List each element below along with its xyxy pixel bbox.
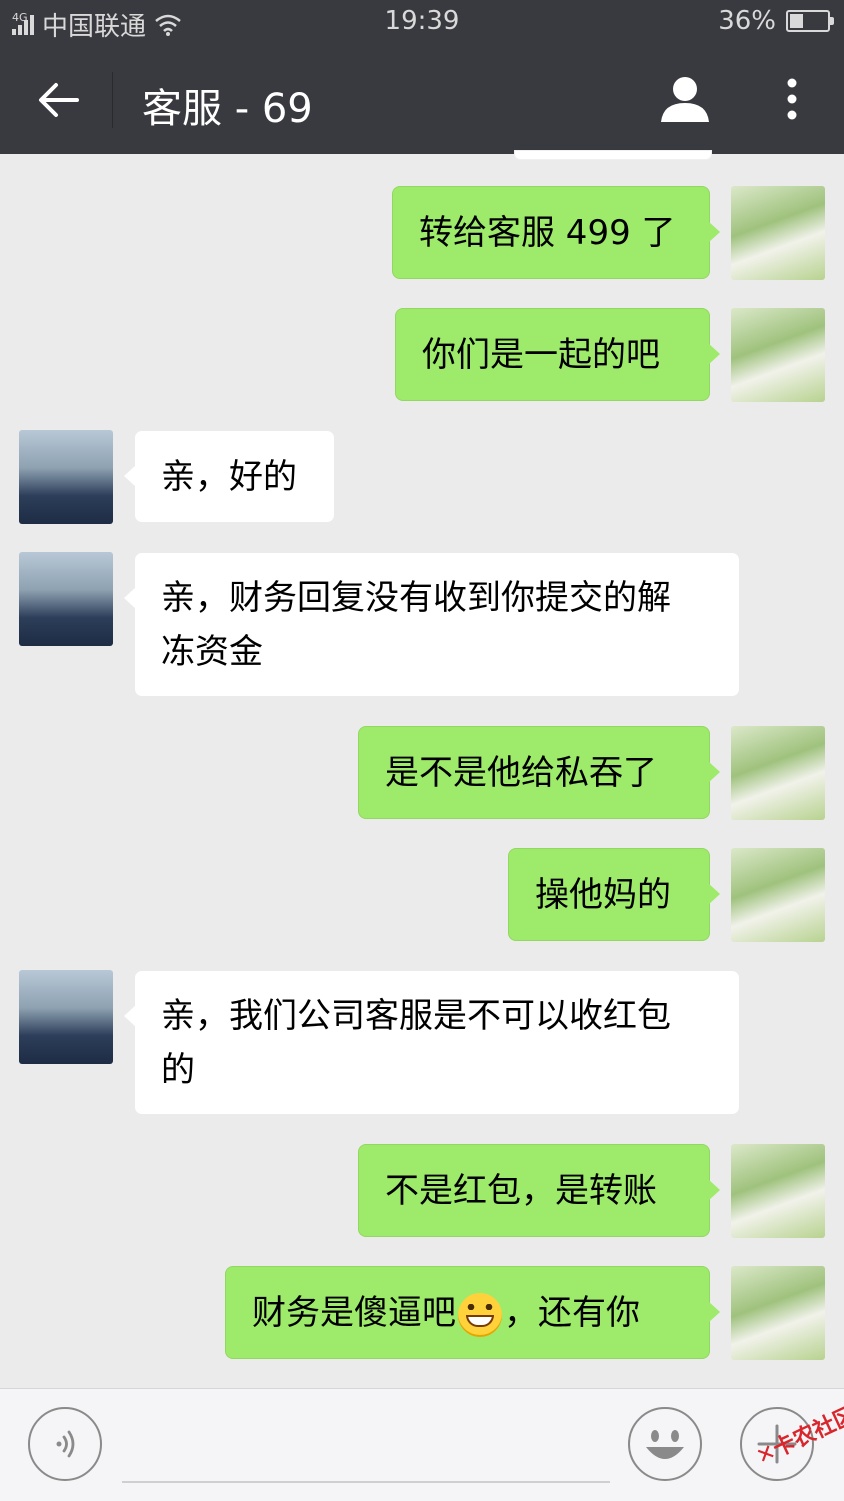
battery-percent: 36% [718,6,776,36]
chat-message-list[interactable]: 转给客服 499 了 你们是一起的吧 亲，好的 亲，财务回复没有收到你提交的解 … [0,150,844,1388]
person-icon [661,77,709,122]
back-arrow-icon [39,83,79,117]
my-avatar[interactable] [731,1144,825,1238]
battery-icon [786,10,834,32]
emoji-button[interactable] [628,1407,702,1481]
my-avatar[interactable] [731,308,825,402]
message-bubble[interactable]: 亲，我们公司客服是不可以收红包 的 [124,970,740,1115]
message-text-line: 亲，我们公司客服是不可以收红包 [161,996,671,1036]
more-options-button[interactable] [772,70,812,130]
message-text-line: 冻资金 [161,632,263,672]
message-bubble[interactable]: 是不是他给私吞了 [358,726,720,819]
chat-title: 客服 - 69 [142,86,313,132]
my-avatar[interactable] [731,726,825,820]
status-bar: 4G 中国联通 19:39 36% [0,0,844,46]
voice-icon [56,1430,75,1458]
my-avatar[interactable] [731,848,825,942]
support-avatar[interactable] [19,970,113,1064]
message-text: 操他妈的 [535,875,671,915]
message-bubble[interactable]: 操他妈的 [508,848,720,941]
message-text: 转给客服 499 了 [419,213,676,253]
voice-input-button[interactable] [28,1407,102,1481]
smiley-icon [646,1430,684,1459]
message-bubble[interactable]: 你们是一起的吧 [395,308,720,401]
my-avatar[interactable] [731,1266,825,1360]
nav-bar: 客服 - 69 [0,46,844,154]
nav-divider [112,72,113,128]
message-bubble[interactable]: 财务是傻逼吧 ，还有你 [225,1266,720,1359]
message-text-line: 的 [161,1050,195,1090]
message-text-line: 亲，财务回复没有收到你提交的解 [161,578,671,618]
message-text: 亲，好的 [161,457,297,497]
more-vertical-icon [787,78,797,120]
message-text: 不是红包，是转账 [385,1171,657,1211]
partial-previous-message [514,150,712,160]
chat-info-button[interactable] [655,70,715,130]
message-input[interactable] [122,1481,610,1483]
message-text: 你们是一起的吧 [422,335,660,375]
input-bar [0,1388,844,1501]
message-bubble[interactable]: 亲，好的 [124,430,335,523]
message-text: 财务是傻逼吧 [252,1293,456,1333]
message-bubble[interactable]: 不是红包，是转账 [358,1144,720,1237]
message-bubble[interactable]: 亲，财务回复没有收到你提交的解 冻资金 [124,552,740,697]
grinning-face-emoji-icon [458,1292,502,1337]
message-text: ，还有你 [504,1293,640,1333]
my-avatar[interactable] [731,186,825,280]
message-bubble[interactable]: 转给客服 499 了 [392,186,720,279]
back-button[interactable] [28,70,88,130]
support-avatar[interactable] [19,552,113,646]
message-text: 是不是他给私吞了 [385,753,657,793]
support-avatar[interactable] [19,430,113,524]
